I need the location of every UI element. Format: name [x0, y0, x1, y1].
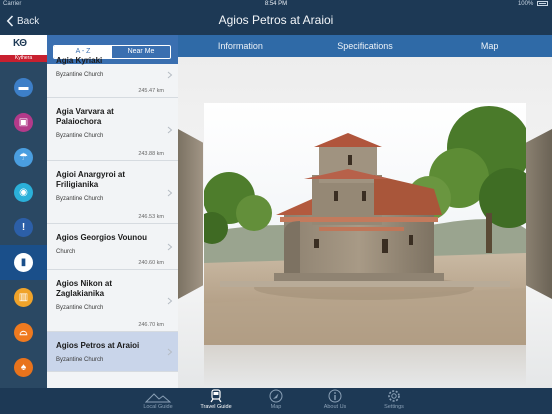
train-icon — [210, 389, 222, 403]
navigation-bar: Back Agios Petros at Araioi — [0, 10, 552, 35]
tabbar-label: Settings — [384, 404, 404, 410]
status-bar: Carrier 8:54 PM 100% — [0, 0, 552, 10]
place-name: Agios Georgios Vounou — [56, 233, 147, 242]
category-button[interactable]: ☂ — [0, 140, 47, 175]
place-name: Agios Nikon at Zaglakianika — [56, 279, 113, 298]
city-icon: ▥ — [14, 288, 33, 307]
place-distance: 245.47 km — [138, 88, 164, 94]
place-distance: 243.88 km — [138, 151, 164, 157]
place-type: Byzantine Church — [56, 133, 104, 139]
category-button[interactable]: ▬ — [0, 70, 47, 105]
tabbar-map[interactable]: Map — [246, 388, 306, 414]
tabbar-label: Travel Guide — [200, 404, 232, 410]
list-item[interactable]: Agios Petros at Araioi Byzantine Church — [47, 332, 178, 372]
tab-map[interactable]: Map — [427, 35, 552, 57]
column-icon: ▮ — [14, 253, 33, 272]
logo-tagline: Kythera — [0, 55, 47, 62]
brand-logo: ΚΘ Kythera — [0, 35, 47, 62]
next-photo[interactable] — [526, 129, 552, 299]
category-button[interactable]: ◉ — [0, 175, 47, 210]
tabbar-label: Local Guide — [143, 404, 173, 410]
bed-icon: ▬ — [14, 78, 33, 97]
exclamation-icon: ! — [14, 218, 33, 237]
chevron-right-icon — [167, 348, 173, 356]
tab-information[interactable]: Information — [178, 35, 303, 57]
battery-percent: 100% — [517, 1, 534, 7]
category-sidebar: ΚΘ Kythera ▬ ▣ ☂ ◉! ▮ ▥ ⌓ ♠ — [0, 35, 47, 388]
place-type: Byzantine Church — [56, 357, 104, 363]
logo-mark: ΚΘ — [13, 38, 27, 49]
chevron-right-icon — [167, 243, 173, 251]
clock: 8:54 PM — [264, 1, 288, 7]
page-title: Agios Petros at Araioi — [218, 13, 334, 27]
place-type: Byzantine Church — [56, 305, 104, 311]
place-name: Agia Varvara at Palaiochora — [56, 107, 114, 126]
places-list-panel: A - Z Near Me Agia Kyriaki Byzantine Chur… — [47, 35, 178, 388]
photo-reflection — [204, 345, 526, 388]
bottom-tab-bar: Local Guide Travel Guide Map About Us Se… — [0, 388, 552, 414]
place-distance: 246.70 km — [138, 322, 164, 328]
tabbar-about-us[interactable]: About Us — [305, 388, 365, 414]
gear-icon — [388, 390, 400, 402]
eye-icon: ◉ — [14, 183, 33, 202]
church-photo — [204, 103, 526, 345]
category-button[interactable]: ▮ — [0, 245, 47, 280]
place-name: Agia Kyriaki — [56, 56, 103, 65]
tabbar-travel-guide[interactable]: Travel Guide — [186, 388, 246, 414]
landscape-icon — [145, 393, 171, 403]
list-item[interactable]: Agios Nikon at Zaglakianika Byzantine Chu… — [47, 270, 178, 332]
place-type: Church — [56, 249, 76, 255]
bus-icon: ▣ — [14, 113, 33, 132]
category-button[interactable]: ⌓ — [0, 315, 47, 350]
detail-tabs: Information Specifications Map — [178, 35, 552, 57]
tabbar-settings[interactable]: Settings — [364, 388, 424, 414]
place-type: Byzantine Church — [56, 72, 104, 78]
list-item[interactable]: Agioi Anargyroi at Friligianika Byzantine… — [47, 161, 178, 224]
info-icon — [328, 389, 342, 403]
tabbar-label: Map — [270, 404, 282, 410]
list-item[interactable]: Agia Kyriaki Byzantine Church 245.47 km — [47, 52, 178, 98]
photo-gallery[interactable] — [178, 57, 552, 388]
previous-photo[interactable] — [178, 129, 203, 299]
category-button[interactable]: ♠ — [0, 350, 47, 385]
list-item[interactable]: Agia Varvara at Palaiochora Byzantine Chu… — [47, 98, 178, 161]
place-name: Agios Petros at Araioi — [56, 341, 140, 350]
tabbar-label: About Us — [323, 404, 347, 410]
compass-icon — [269, 389, 283, 403]
place-name: Agioi Anargyroi at Friligianika — [56, 170, 126, 189]
chevron-right-icon — [167, 126, 173, 133]
category-button[interactable]: ▣ — [0, 105, 47, 140]
list-item[interactable]: Agios Georgios Vounou Church 240.60 km — [47, 224, 178, 270]
tab-specifications[interactable]: Specifications — [303, 35, 428, 57]
battery-icon — [537, 1, 548, 6]
helmet-icon: ♠ — [14, 358, 33, 377]
battery-indicator: 100% — [518, 1, 548, 7]
category-button[interactable]: ! — [0, 210, 47, 245]
chevron-right-icon — [167, 71, 173, 79]
place-distance: 240.60 km — [138, 260, 164, 266]
tabbar-local-guide[interactable]: Local Guide — [128, 388, 188, 414]
chevron-right-icon — [167, 297, 173, 305]
chevron-right-icon — [167, 189, 173, 196]
place-type: Byzantine Church — [56, 196, 104, 202]
beach-umbrella-icon: ☂ — [14, 148, 33, 167]
places-list[interactable]: Agia Kyriaki Byzantine Church 245.47 km Agi… — [47, 56, 178, 372]
category-button[interactable]: ▥ — [0, 280, 47, 315]
parachute-icon: ⌓ — [14, 323, 33, 342]
place-distance: 246.53 km — [138, 214, 164, 220]
